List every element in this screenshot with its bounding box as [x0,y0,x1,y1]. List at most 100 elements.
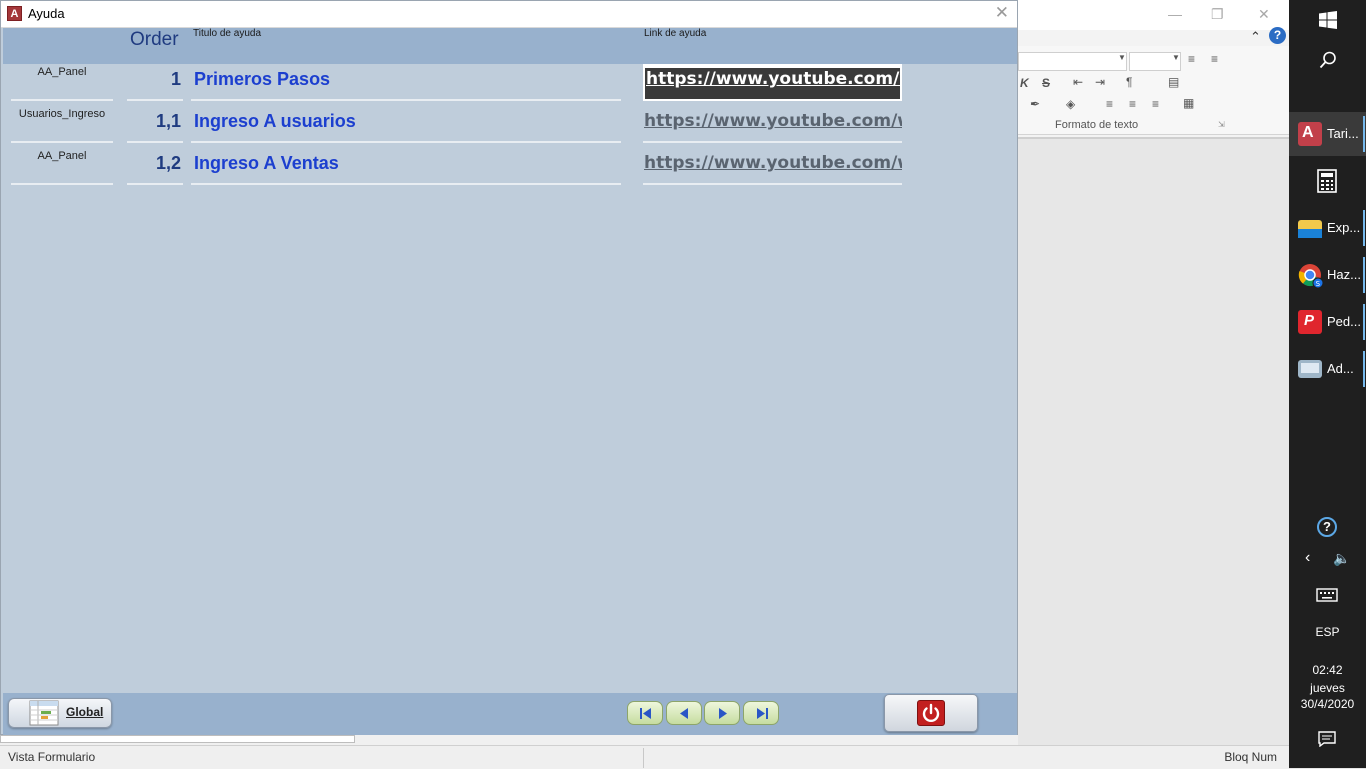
help-tray-icon[interactable]: ? [1317,517,1337,537]
indent-increase-icon[interactable]: ⇥ [1095,75,1105,89]
form-header: Order Titulo de ayuda Link de ayuda [3,28,1017,64]
title-column-header: Titulo de ayuda [193,28,262,39]
horizontal-scrollbar-area [0,735,1018,745]
dialog-launcher-icon[interactable]: ⇲ [1218,120,1225,129]
dialog-titlebar: A Ayuda ✕ [1,1,1017,28]
windows-start-icon[interactable] [1319,11,1337,29]
taskbar-item-access[interactable]: A Tari... [1289,112,1366,156]
taskbar-item-label: Exp... [1327,220,1361,235]
close-icon[interactable]: ✕ [995,4,1009,22]
link-field[interactable]: https://www.youtube.com/watch [643,106,902,143]
strikethrough-icon[interactable]: S [1042,76,1050,90]
status-divider [643,748,644,768]
order-field[interactable]: 1,1 [127,106,183,143]
active-indicator [1363,351,1365,387]
next-record-button[interactable] [704,701,740,725]
active-indicator [1363,210,1365,246]
volume-icon[interactable]: 🔈 [1333,550,1350,567]
chrome-icon: S [1298,264,1324,289]
order-field[interactable]: 1 [127,64,183,101]
chevron-down-icon[interactable]: ▼ [1118,53,1126,62]
highlight-icon[interactable]: ✒ [1030,97,1040,111]
taskbar-item-pdf[interactable]: P Ped... [1289,300,1366,344]
title-field[interactable]: Primeros Pasos [191,64,621,101]
pdf-icon: P [1298,310,1322,334]
previous-record-button[interactable] [666,701,702,725]
title-field[interactable]: Ingreso A Ventas [191,148,621,185]
indent-decrease-icon[interactable]: ⇤ [1073,75,1083,89]
paragraph-direction-icon[interactable]: ¶ [1126,75,1132,89]
chevron-left-icon[interactable]: ‹ [1305,549,1310,567]
taskbar-item-admin[interactable]: Ad... [1289,347,1366,391]
clock-date[interactable]: 30/4/2020 [1289,697,1366,711]
taskbar: A Tari... Exp... S Haz... P Ped... Ad...… [1289,0,1366,768]
taskbar-item-calculator[interactable] [1289,159,1366,203]
keyboard-icon[interactable] [1316,588,1338,602]
last-record-button[interactable] [743,701,779,725]
form-detail: AA_Panel 1 Primeros Pasos https://www.yo… [3,64,1017,693]
global-button[interactable]: Global [8,698,112,728]
taskbar-item-label: Haz... [1327,267,1361,282]
first-record-icon [640,708,651,719]
numbering-icon[interactable]: ≡ [1211,52,1218,66]
category-field[interactable]: AA_Panel [11,64,113,101]
category-field[interactable]: AA_Panel [11,148,113,185]
ribbon-group-label: Formato de texto [1055,119,1139,131]
collapse-ribbon-icon[interactable]: ⌃ [1250,29,1261,45]
svg-text:S: S [1316,280,1321,288]
power-icon [917,700,945,726]
link-field[interactable]: https://www.youtube.com/watch [643,64,902,101]
ribbon: ▼ ▼ ≡ ≡ K S ⇤ ⇥ ¶ ▤ ✒ ◈ ≡ ≡ ≡ ▦ Formato … [1018,46,1289,135]
align-right-icon[interactable]: ≡ [1152,97,1159,111]
clock-time[interactable]: 02:42 [1289,663,1366,677]
access-app-icon: A [7,6,22,21]
status-bar: Vista Formulario Bloq Num [0,745,1289,769]
next-record-icon [719,708,727,719]
italic-icon[interactable]: K [1020,76,1029,90]
align-left-icon[interactable]: ≡ [1106,97,1113,111]
order-field[interactable]: 1,2 [127,148,183,185]
restore-icon[interactable]: ❐ [1211,6,1224,23]
background-titlebar: — ❐ ✕ [1018,0,1289,30]
fill-color-icon[interactable]: ◈ [1066,97,1075,111]
notifications-icon[interactable] [1318,731,1336,747]
language-indicator[interactable]: ESP [1289,625,1366,639]
clock-day[interactable]: jueves [1289,681,1366,695]
background-workspace [1018,137,1289,747]
search-icon[interactable] [1319,51,1337,69]
link-field[interactable]: https://www.youtube.com/watch [643,148,902,185]
spreadsheet-icon [29,700,59,726]
order-column-header: Order [130,29,179,50]
title-field[interactable]: Ingreso A usuarios [191,106,621,143]
align-center-icon[interactable]: ≡ [1129,97,1136,111]
taskbar-item-label: Ped... [1327,314,1361,329]
category-field[interactable]: Usuarios_Ingreso [11,106,113,143]
active-indicator [1363,116,1365,152]
minimize-icon[interactable]: — [1168,6,1182,22]
close-icon[interactable]: ✕ [1258,6,1270,23]
table-grid-icon[interactable]: ▦ [1183,96,1194,110]
chevron-down-icon[interactable]: ▼ [1172,53,1180,62]
background-access-window: — ❐ ✕ ⌃ ? ▼ ▼ ≡ ≡ K S ⇤ ⇥ ¶ ▤ ✒ ◈ ≡ ≡ ≡ … [1018,0,1289,747]
exit-button[interactable] [884,694,978,732]
active-indicator [1363,304,1365,340]
record-row: AA_Panel 1,2 Ingreso A Ventas https://ww… [3,148,1017,190]
record-row: Usuarios_Ingreso 1,1 Ingreso A usuarios … [3,106,1017,148]
taskbar-item-chrome[interactable]: S Haz... [1289,253,1366,297]
bullets-icon[interactable]: ≡ [1188,52,1195,66]
record-row: AA_Panel 1 Primeros Pasos https://www.yo… [3,64,1017,106]
help-icon[interactable]: ? [1269,27,1286,44]
access-icon: A [1298,122,1322,146]
monitor-icon [1298,360,1322,378]
link-column-header: Link de ayuda [644,28,707,39]
font-combo[interactable] [1018,52,1127,71]
file-explorer-icon [1298,220,1322,238]
view-status: Vista Formulario [8,750,96,764]
last-record-icon [757,708,768,719]
taskbar-item-label: Tari... [1327,126,1359,141]
gridlines-icon[interactable]: ▤ [1168,75,1179,89]
previous-record-icon [680,708,688,719]
first-record-button[interactable] [627,701,663,725]
taskbar-item-explorer[interactable]: Exp... [1289,206,1366,250]
horizontal-scrollbar[interactable] [0,735,355,743]
